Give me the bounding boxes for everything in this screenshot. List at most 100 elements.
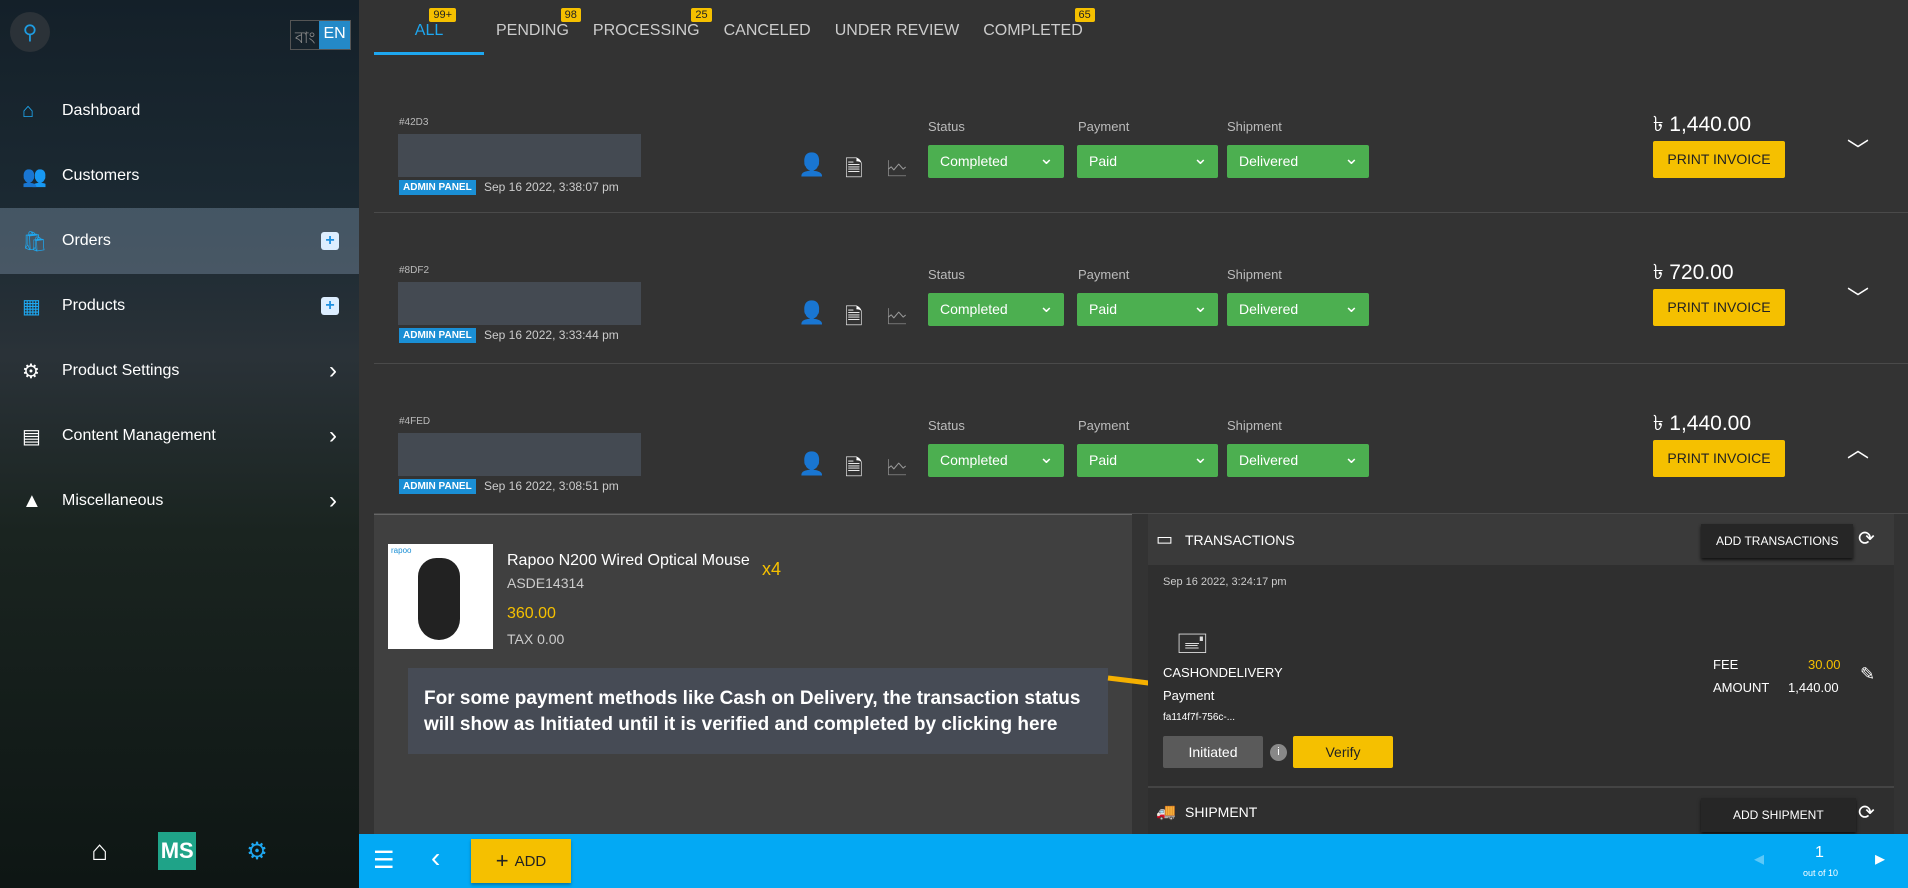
settings-icon[interactable]: ⚙: [246, 837, 268, 866]
order-tabs: ALL 99+ PENDING 98 PROCESSING 25 CANCELED U…: [374, 0, 1095, 55]
label: Miscellaneous: [62, 492, 164, 509]
truck-icon: 🚚: [1156, 804, 1176, 821]
add-order-icon[interactable]: +: [321, 232, 339, 250]
sidebar-item-products[interactable]: ▦ Products +: [0, 273, 359, 339]
shipment-dropdown[interactable]: Delivered: [1227, 145, 1369, 178]
shipment-dropdown[interactable]: Delivered: [1227, 444, 1369, 477]
print-invoice-button[interactable]: PRINT INVOICE: [1653, 289, 1785, 326]
tab-processing[interactable]: PROCESSING 25: [581, 0, 712, 55]
order-date: Sep 16 2022, 3:33:44 pm: [484, 328, 619, 342]
chevron-down-icon[interactable]: ﹀: [1847, 281, 1869, 313]
plus-icon: +: [495, 848, 509, 873]
document-icon[interactable]: 🗎: [845, 300, 863, 338]
label: Orders: [62, 232, 111, 249]
order-id[interactable]: #8DF2: [399, 265, 429, 276]
sidebar: ⚲ বাং EN ⌂ Dashboard 👥 Customers 🛍 Orders + ▦…: [0, 0, 359, 888]
customer-icon[interactable]: 👤: [798, 300, 825, 326]
product-quantity: x4: [762, 559, 782, 579]
tab-all[interactable]: ALL 99+: [374, 0, 484, 55]
tab-pending[interactable]: PENDING 98: [484, 0, 581, 55]
customer-icon[interactable]: 👤: [798, 451, 825, 477]
back-icon[interactable]: ‹: [431, 842, 440, 874]
payment-dropdown[interactable]: Paid: [1077, 444, 1218, 477]
customer-icon[interactable]: 👤: [798, 152, 825, 178]
status-label: Status: [928, 267, 965, 282]
label: CANCELED: [723, 22, 811, 39]
status-dropdown[interactable]: Completed: [928, 293, 1064, 326]
home-icon[interactable]: ⌂: [91, 835, 108, 867]
amount-label: AMOUNT: [1713, 680, 1770, 695]
bag-icon: 🛍: [22, 230, 48, 253]
transaction-ref: fa114f7f-756c-...: [1163, 712, 1236, 723]
tab-under-review[interactable]: UNDER REVIEW: [823, 0, 971, 55]
print-invoice-button[interactable]: PRINT INVOICE: [1653, 440, 1785, 477]
payment-dropdown[interactable]: Paid: [1077, 145, 1218, 178]
label: PROCESSING: [592, 22, 700, 39]
edit-icon[interactable]: ✎: [1860, 664, 1875, 685]
order-total: ৳ 720.00: [1653, 261, 1734, 284]
customer-info-redacted: [398, 134, 641, 177]
report-icon[interactable]: 🗠: [886, 152, 908, 190]
refresh-icon[interactable]: ⟳: [1858, 526, 1875, 551]
report-icon[interactable]: 🗠: [886, 300, 908, 338]
verify-button[interactable]: Verify: [1293, 736, 1393, 768]
page-total: out of 10: [1803, 868, 1839, 878]
order-row[interactable]: #8DF2 ADMIN PANEL Sep 16 2022, 3:33:44 p…: [374, 213, 1908, 364]
content-icon: ▤: [22, 425, 41, 448]
lang-en[interactable]: EN: [319, 21, 350, 49]
sidebar-item-dashboard[interactable]: ⌂ Dashboard: [0, 78, 359, 144]
payment-label: Payment: [1078, 119, 1130, 134]
order-id[interactable]: #4FED: [399, 416, 430, 427]
current-page: 1: [1815, 844, 1824, 861]
order-date: Sep 16 2022, 3:08:51 pm: [484, 479, 619, 493]
sidebar-item-product-settings[interactable]: ⚙ Product Settings ›: [0, 338, 359, 404]
shipment-dropdown[interactable]: Delivered: [1227, 293, 1369, 326]
sidebar-item-customers[interactable]: 👥 Customers: [0, 143, 359, 209]
add-transactions-button[interactable]: ADD TRANSACTIONS: [1701, 524, 1854, 558]
chevron-right-icon: ›: [329, 422, 337, 449]
add-product-icon[interactable]: +: [321, 297, 339, 315]
transactions-panel: ▭ TRANSACTIONS ADD TRANSACTIONS ⟳ Sep 16…: [1148, 514, 1894, 834]
order-row[interactable]: #42D3 ADMIN PANEL Sep 16 2022, 3:38:07 p…: [374, 55, 1908, 213]
status-label: Status: [928, 418, 965, 433]
tab-completed[interactable]: COMPLETED 65: [971, 0, 1095, 55]
lang-bn[interactable]: বাং: [291, 21, 319, 49]
order-id[interactable]: #42D3: [399, 117, 428, 128]
chevron-down-icon[interactable]: ﹀: [1847, 133, 1869, 165]
sidebar-item-miscellaneous[interactable]: ▲ Miscellaneous ›: [0, 468, 359, 534]
next-page-icon[interactable]: ▸: [1875, 846, 1885, 871]
status-dropdown[interactable]: Completed: [928, 145, 1064, 178]
label: UNDER REVIEW: [834, 22, 960, 39]
menu-icon[interactable]: ☰: [373, 846, 395, 875]
document-icon[interactable]: 🗎: [845, 152, 863, 190]
search-button[interactable]: ⚲: [10, 12, 50, 52]
refresh-icon[interactable]: ⟳: [1858, 800, 1875, 825]
status-dropdown[interactable]: Completed: [928, 444, 1064, 477]
chevron-up-icon[interactable]: ︿: [1847, 432, 1869, 464]
gear-icon: ⚙: [22, 360, 40, 383]
transaction-date: Sep 16 2022, 3:24:17 pm: [1163, 576, 1287, 588]
tab-canceled[interactable]: CANCELED: [712, 0, 823, 55]
report-icon[interactable]: 🗠: [886, 451, 908, 489]
label: Product Settings: [62, 362, 180, 379]
document-icon[interactable]: 🗎: [845, 451, 863, 489]
count-badge: 99+: [429, 8, 456, 22]
payment-dropdown[interactable]: Paid: [1077, 293, 1218, 326]
status-label: Status: [928, 119, 965, 134]
sidebar-item-content-management[interactable]: ▤ Content Management ›: [0, 403, 359, 469]
product-name[interactable]: Rapoo N200 Wired Optical Mouse: [507, 552, 750, 570]
add-shipment-button[interactable]: ADD SHIPMENT: [1701, 798, 1856, 832]
sidebar-item-orders[interactable]: 🛍 Orders +: [0, 208, 359, 274]
logo: MS: [158, 832, 197, 870]
customer-info-redacted: [398, 282, 641, 325]
add-button[interactable]: + ADD: [471, 839, 571, 883]
label: Products: [62, 297, 126, 314]
language-toggle[interactable]: বাং EN: [290, 20, 351, 50]
print-invoice-button[interactable]: PRINT INVOICE: [1653, 141, 1785, 178]
payment-method: CASHONDELIVERY: [1163, 665, 1283, 680]
info-icon[interactable]: i: [1270, 744, 1287, 761]
prev-page-icon[interactable]: ◂: [1754, 846, 1764, 871]
count-badge: 25: [691, 8, 712, 22]
label: ALL: [414, 22, 444, 39]
order-row[interactable]: #4FED ADMIN PANEL Sep 16 2022, 3:08:51 p…: [374, 364, 1908, 514]
